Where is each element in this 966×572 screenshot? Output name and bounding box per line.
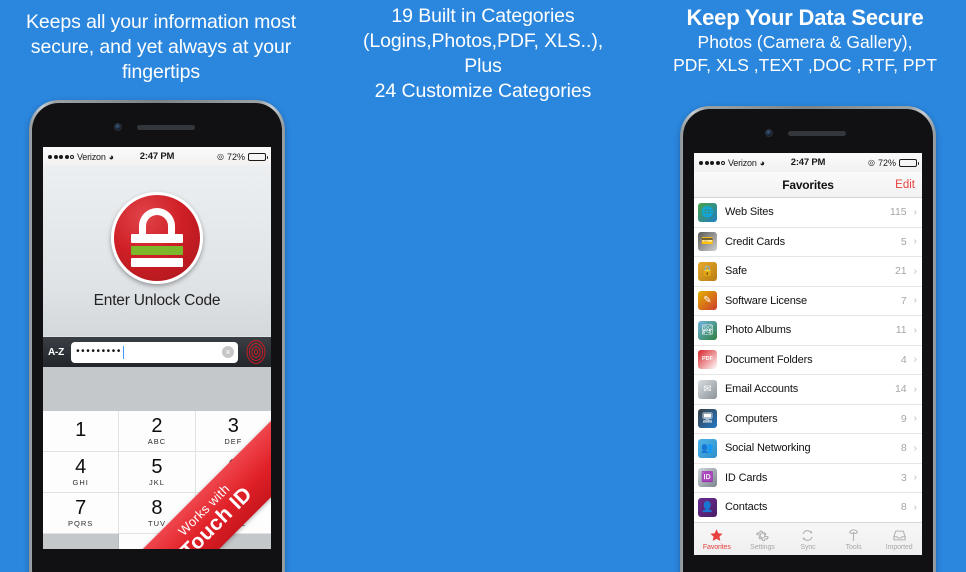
key-number: 1 [75,419,87,441]
headline-line: 19 Built in Categories [391,5,575,27]
key-letters: DEF [224,436,243,446]
password-masked-value: ••••••••• [76,346,122,357]
key-number: 7 [75,496,87,519]
wifi-icon: ◕ [108,151,115,162]
key-letters: PQRS [68,518,94,528]
panel-3-headline: Keep Your Data Secure Photos (Camera & G… [644,0,966,77]
location-icon: ◎ [868,158,875,167]
headline-line: fingertips [121,61,201,83]
battery-icon [899,158,919,167]
panel-2-headline: 19 Built in Categories (Logins,Photos,PD… [322,0,644,104]
keypad-key-blank [43,534,120,549]
key-letters: GHI [72,477,89,487]
iphone-mockup-1: Verizon ◕ 2:47 PM ◎ 72% Enter Unlock Cod… [29,100,285,572]
key-number: 5 [151,455,163,478]
keypad-key-7[interactable]: 7 PQRS [43,493,120,534]
keypad-row: 1 2 ABC 3 DEF [43,411,271,452]
fingerprint-icon[interactable] [245,340,266,365]
promo-panel-2: 19 Built in Categories (Logins,Photos,PD… [322,0,936,572]
clear-icon[interactable]: × [222,346,234,358]
headline-line: secure, and yet always at your [30,36,292,58]
key-letters: ABC [147,436,167,446]
keypad-key-2[interactable]: 2 ABC [119,411,196,452]
password-input[interactable]: ••••••••• × [71,341,238,363]
headline-line: (Logins,Photos,PDF, XLS..), [362,30,604,52]
unlock-hero: Enter Unlock Code [43,166,271,336]
headline-line: Keeps all your information most [25,11,297,33]
keypad-key-4[interactable]: 4 GHI [43,452,120,493]
key-number: 2 [151,414,163,437]
headline-title: Keep Your Data Secure [686,5,924,30]
padlock-badge-icon [111,192,203,284]
location-icon: ◎ [217,152,224,161]
key-number: 8 [151,496,163,519]
carrier-label: Verizon [77,151,106,162]
keypad-key-5[interactable]: 5 JKL [119,452,196,493]
headline-line: Photos (Camera & Gallery), [697,32,913,52]
phone-body: Verizon ◕ 2:47 PM ◎ 72% Enter Unlock Cod… [32,103,282,572]
promo-panel-1: Keeps all your information most secure, … [0,0,322,572]
earpiece-speaker [137,125,195,130]
key-letters: TUV [147,518,166,528]
unlock-prompt-label: Enter Unlock Code [93,292,221,309]
battery-icon [248,152,268,161]
signal-strength-icon [48,154,74,159]
panel-1-headline: Keeps all your information most secure, … [0,0,322,85]
key-number: 4 [75,455,87,478]
screenshot-stage: Keeps all your information most secure, … [0,0,966,572]
headline-line: Plus [464,55,502,77]
key-number: 3 [227,414,239,437]
battery-percent-label: 72% [226,151,245,162]
headline-line: 24 Customize Categories [374,80,592,102]
status-bar-right: ◎ 72% [868,157,919,168]
phone-screen-unlock: Verizon ◕ 2:47 PM ◎ 72% Enter Unlock Cod… [43,147,271,549]
promo-panel-3: Keep Your Data Secure Photos (Camera & G… [644,0,966,572]
edit-button[interactable]: Edit [895,179,915,191]
az-label: A-Z [48,346,65,358]
status-bar-right: ◎ 72% [217,151,268,162]
battery-percent-label: 72% [877,157,896,168]
key-letters: JKL [149,477,165,487]
delete-key-icon: ⌫ [223,548,243,549]
headline-line: PDF, XLS ,TEXT ,DOC ,RTF, PPT [673,55,937,75]
status-bar-left: Verizon ◕ [48,152,114,162]
password-entry-bar: A-Z ••••••••• × [43,336,271,367]
keyboard-spacer [43,367,271,411]
text-caret [122,345,124,359]
front-camera-icon [114,123,122,131]
status-bar: Verizon ◕ 2:47 PM ◎ 72% [43,147,271,166]
keypad-key-1[interactable]: 1 [43,411,120,452]
